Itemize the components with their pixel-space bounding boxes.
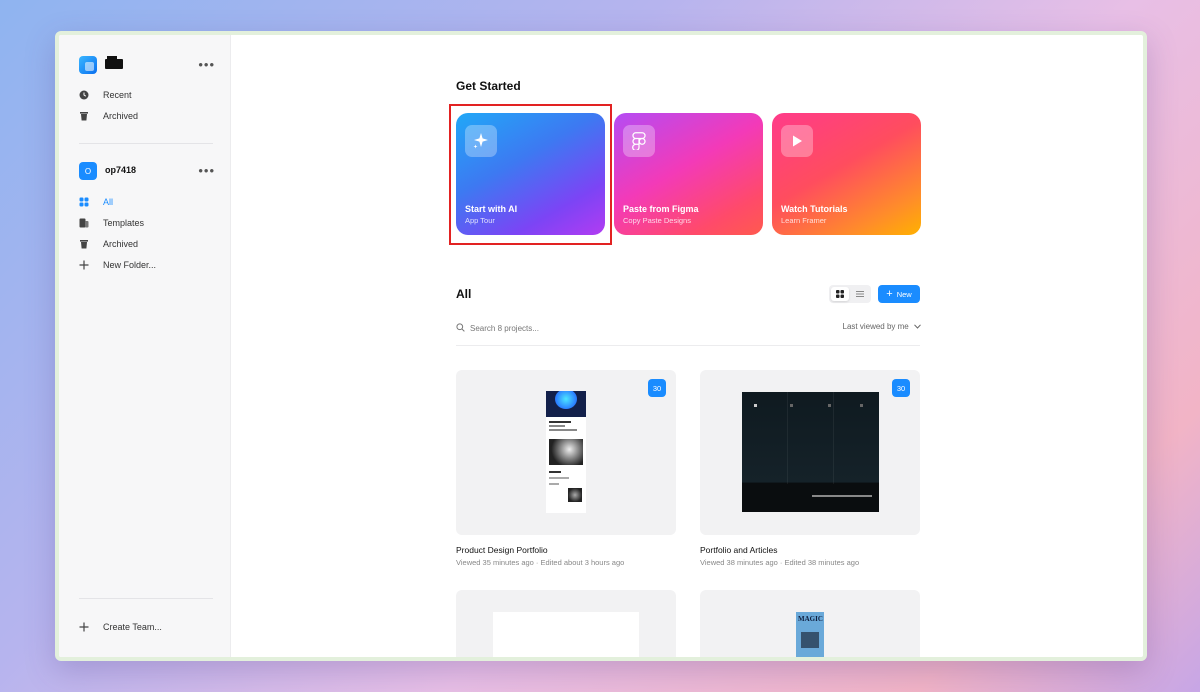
paste-from-figma-card[interactable]: Paste from Figma Copy Paste Designs bbox=[614, 113, 763, 235]
sidebar-item-all[interactable]: All bbox=[79, 192, 219, 212]
sidebar-divider bbox=[79, 143, 213, 144]
project-preview-image bbox=[742, 392, 879, 512]
clock-icon bbox=[79, 90, 89, 100]
plus-icon bbox=[79, 622, 89, 632]
team-more-icon[interactable]: ••• bbox=[198, 163, 215, 178]
trash-icon bbox=[79, 239, 89, 249]
grid-view-icon[interactable] bbox=[831, 287, 849, 301]
project-preview-image bbox=[546, 391, 586, 513]
app-window: ••• Recent Archived O op7418 ••• All Tem… bbox=[55, 31, 1147, 661]
project-badge: 30 bbox=[892, 379, 910, 397]
sidebar-item-label: New Folder... bbox=[103, 260, 157, 270]
play-icon bbox=[781, 125, 813, 157]
new-button-label: New bbox=[896, 289, 912, 299]
plus-icon bbox=[79, 260, 89, 270]
project-thumbnail[interactable]: 30 bbox=[456, 370, 676, 535]
sidebar-item-label: Archived bbox=[103, 111, 139, 121]
watch-tutorials-card[interactable]: Watch Tutorials Learn Framer bbox=[772, 113, 921, 235]
project-thumbnail[interactable] bbox=[456, 590, 676, 657]
sort-label: Last viewed by me bbox=[842, 322, 909, 331]
project-meta: Viewed 38 minutes ago · Edited 38 minute… bbox=[700, 558, 860, 567]
all-projects-title: All bbox=[456, 287, 472, 301]
project-title[interactable]: Product Design Portfolio bbox=[456, 545, 548, 555]
sidebar-item-label: All bbox=[103, 197, 114, 207]
create-team-label: Create Team... bbox=[103, 622, 162, 632]
search-icon bbox=[456, 319, 465, 337]
sidebar-divider bbox=[79, 598, 213, 599]
grid-icon bbox=[79, 197, 89, 207]
sidebar-item-recent[interactable]: Recent bbox=[79, 85, 219, 105]
figma-icon bbox=[623, 125, 655, 157]
project-preview-image: MAGIC bbox=[796, 612, 824, 657]
sidebar-item-archived-team[interactable]: Archived bbox=[79, 234, 219, 254]
chevron-down-icon bbox=[914, 322, 921, 331]
sidebar-item-label: Templates bbox=[103, 218, 145, 228]
sort-dropdown[interactable]: Last viewed by me bbox=[811, 322, 921, 331]
team-name: op7418 bbox=[105, 165, 137, 175]
search-input[interactable] bbox=[470, 323, 670, 333]
templates-icon bbox=[79, 218, 89, 228]
card-title: Watch Tutorials bbox=[781, 204, 848, 214]
sidebar: ••• Recent Archived O op7418 ••• All Tem… bbox=[59, 35, 231, 657]
sidebar-item-label: Recent bbox=[103, 90, 132, 100]
project-title[interactable]: Portfolio and Articles bbox=[700, 545, 777, 555]
divider bbox=[456, 345, 920, 346]
card-subtitle: Copy Paste Designs bbox=[623, 216, 691, 225]
project-thumbnail[interactable]: 30 bbox=[700, 370, 920, 535]
card-title: Paste from Figma bbox=[623, 204, 699, 214]
project-meta: Viewed 35 minutes ago · Edited about 3 h… bbox=[456, 558, 625, 567]
project-badge: 30 bbox=[648, 379, 666, 397]
sidebar-item-label: Archived bbox=[103, 239, 139, 249]
sidebar-item-archived-personal[interactable]: Archived bbox=[79, 106, 219, 126]
highlight-box bbox=[449, 104, 612, 245]
card-subtitle: Learn Framer bbox=[781, 216, 827, 225]
app-logo-icon[interactable] bbox=[79, 56, 97, 74]
sidebar-item-templates[interactable]: Templates bbox=[79, 213, 219, 233]
create-team-button[interactable]: Create Team... bbox=[79, 617, 219, 637]
magazine-title: MAGIC bbox=[798, 615, 823, 623]
sidebar-item-new-folder[interactable]: New Folder... bbox=[79, 255, 219, 275]
search-bar[interactable] bbox=[456, 321, 706, 335]
get-started-title: Get Started bbox=[456, 79, 521, 93]
view-toggle bbox=[829, 285, 871, 303]
team-header[interactable]: O op7418 ••• bbox=[79, 161, 215, 181]
trash-icon bbox=[79, 111, 89, 121]
account-name-redacted[interactable] bbox=[105, 56, 123, 69]
more-horizontal-icon[interactable]: ••• bbox=[198, 57, 215, 72]
sidebar-header: ••• bbox=[79, 55, 215, 75]
list-view-icon[interactable] bbox=[851, 287, 869, 301]
project-thumbnail[interactable]: MAGIC bbox=[700, 590, 920, 657]
team-avatar: O bbox=[79, 162, 97, 180]
main-content: Get Started Start with AI App Tour Paste… bbox=[231, 35, 1143, 657]
plus-icon: + bbox=[886, 287, 893, 300]
new-project-button[interactable]: + New bbox=[878, 285, 920, 303]
project-preview-image bbox=[493, 612, 639, 657]
